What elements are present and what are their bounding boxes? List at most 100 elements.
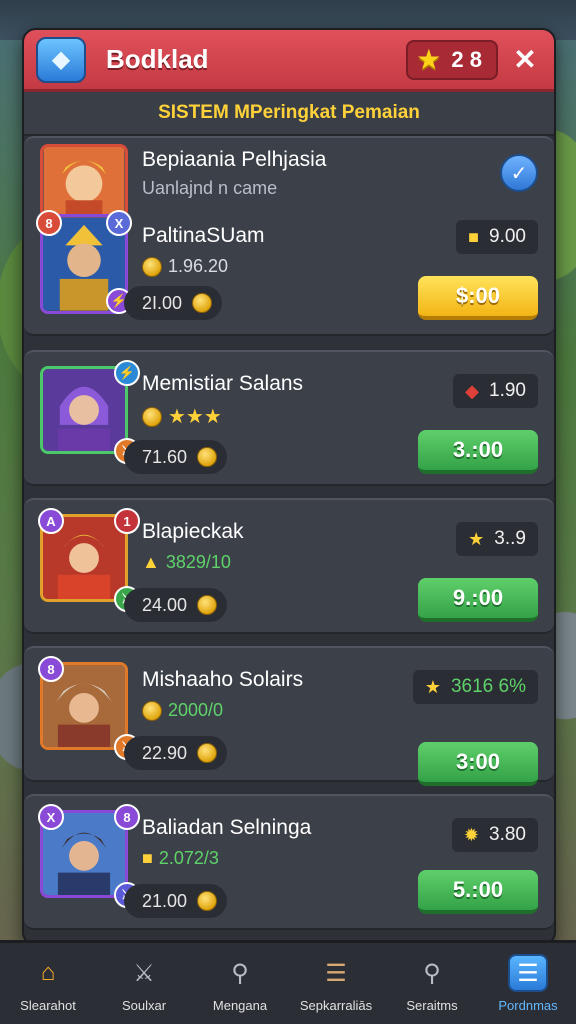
hero-stat: 1.96.20 [142, 256, 228, 277]
reward-value: 1.90 [489, 380, 526, 401]
nav-label: Seraitms [406, 998, 458, 1013]
hero-name: Mishaaho Solairs [142, 668, 304, 691]
gold-cube-icon: ■ [468, 226, 480, 247]
nav-label: Sepkarraliās [299, 998, 373, 1013]
close-button[interactable]: ✕ [508, 43, 542, 77]
reward-value: 3616 6% [450, 676, 526, 697]
search-icon: ⚲ [423, 959, 441, 987]
star-count: 2 8 [451, 46, 482, 72]
nav-item-home[interactable]: ⌂ Slearahot [0, 943, 96, 1024]
buy-button[interactable]: 3:00 [418, 742, 538, 786]
medal-icon [142, 700, 162, 721]
reward-value: 3.80 [489, 824, 526, 845]
fist-icon: ▲ [142, 552, 160, 572]
gem-icon: ◆ [465, 380, 480, 401]
element-badge: X [106, 210, 132, 236]
close-icon: ✕ [513, 44, 537, 75]
nav-item-search[interactable]: ⚲ Mengana [192, 943, 288, 1024]
coin-icon [197, 447, 218, 467]
nav-label: Slearahot [20, 998, 76, 1013]
price-box: 24.00 [124, 588, 228, 622]
price-box: 22.90 [124, 736, 228, 770]
hero-name: Baliadan Selninga [142, 816, 312, 839]
price-value: 22.90 [142, 742, 188, 763]
hero-rating: ★★★ [142, 404, 222, 429]
buy-button[interactable]: 3.:00 [418, 430, 538, 474]
burst-icon: ✹ [463, 824, 480, 845]
panel-header: ◆ Bodklad ★ 2 8 ✕ [24, 30, 554, 92]
nav-label: Pordnmas [498, 998, 558, 1013]
star-icon: ★ [416, 44, 442, 75]
list-item[interactable]: ⚡ ⚔ Memistiar Salans ★★★ 71.60 ◆ 1.90 3.… [24, 350, 554, 486]
class-badge: X [38, 804, 64, 830]
hero-stat: ■ 2.072/3 [142, 848, 219, 869]
list-icon: ☰ [508, 954, 548, 992]
coin-icon [197, 891, 218, 911]
list-item[interactable]: 8 X ⚡ Bepiaania Pelhjasia Uanlajnd n cam… [24, 136, 554, 336]
element-badge: ⚡ [114, 360, 140, 386]
list-item[interactable]: A 1 ⚔ Blapieckak ▲ 3829/10 24.00 ★ 3..9 … [24, 498, 554, 634]
hero-name: Blapieckak [142, 520, 244, 543]
price-value: 24.00 [142, 594, 188, 615]
buy-button[interactable]: 9.:00 [418, 578, 538, 622]
class-badge: 8 [36, 210, 62, 236]
element-badge: 8 [114, 804, 140, 830]
sword-icon: ⚔ [133, 959, 155, 987]
hero-stat-value: 1.96.20 [168, 256, 229, 276]
class-badge: 8 [38, 656, 64, 682]
nav-label: Soulxar [121, 998, 167, 1013]
star-counter: ★ 2 8 [406, 39, 498, 80]
coin-icon [192, 293, 213, 313]
star-icon: ★ [424, 676, 441, 697]
hero-stat-value: 2000/0 [168, 700, 224, 720]
reward-tag: ★ 3..9 [456, 522, 538, 556]
nav-item-explore[interactable]: ⚲ Seraitms [384, 943, 480, 1024]
medal-icon [142, 406, 162, 427]
reward-value: 9.00 [489, 226, 526, 247]
list-item[interactable]: X 8 ⚔ Baliadan Selninga ■ 2.072/3 21.00 … [24, 794, 554, 930]
scroll-icon: ☰ [325, 959, 347, 987]
price-box: 71.60 [124, 440, 228, 474]
price-box: 2I.00 [124, 286, 223, 320]
medal-icon [142, 256, 162, 277]
reward-tag: ◆ 1.90 [453, 374, 538, 408]
ranking-list[interactable]: 8 X ⚡ Bepiaania Pelhjasia Uanlajnd n cam… [24, 136, 554, 944]
buy-button[interactable]: $:00 [418, 276, 538, 320]
card-title: Bepiaania Pelhjasia [142, 148, 327, 171]
house-icon: ⌂ [40, 959, 56, 986]
hero-stat: ▲ 3829/10 [142, 552, 231, 573]
reward-tag: ★ 3616 6% [412, 670, 538, 704]
check-icon[interactable]: ✓ [500, 154, 538, 192]
ranking-panel: ◆ Bodklad ★ 2 8 ✕ SISTEM MPeringkat Pema… [22, 28, 556, 946]
element-badge: 1 [114, 508, 140, 534]
hero-stat: 2000/0 [142, 700, 223, 721]
star-icon: ★ [468, 528, 485, 549]
nav-item-ranking[interactable]: ☰ Pordnmas [480, 943, 576, 1024]
ranking-subtitle: SISTEM MPeringkat Pemaian [24, 92, 554, 136]
reward-value: 3..9 [494, 528, 526, 549]
nav-item-heroes[interactable]: ⚔ Soulxar [96, 943, 192, 1024]
price-value: 21.00 [142, 890, 188, 911]
price-value: 2I.00 [142, 292, 183, 313]
class-badge: A [38, 508, 64, 534]
hero-stat-value: 3829/10 [165, 552, 231, 572]
price-value: 71.60 [142, 446, 188, 467]
reward-tag: ■ 9.00 [456, 220, 538, 254]
list-item[interactable]: 8 ⚔ Mishaaho Solairs 2000/0 22.90 ★ 3616… [24, 646, 554, 786]
hero-name: Memistiar Salans [142, 372, 304, 395]
shield-icon: ■ [142, 848, 153, 868]
hero-portrait [40, 144, 128, 218]
coin-icon [197, 743, 218, 763]
panel-title: Bodklad [106, 44, 209, 74]
nav-item-quests[interactable]: ☰ Sepkarraliās [288, 943, 384, 1024]
hero-stat-value: 2.072/3 [158, 848, 219, 868]
hero-name: PaltinaSUam [142, 224, 265, 247]
star-rating: ★★★ [168, 406, 222, 428]
price-box: 21.00 [124, 884, 228, 918]
bottom-nav: ⌂ Slearahot ⚔ Soulxar ⚲ Mengana ☰ Sepkar… [0, 940, 576, 1024]
card-subtitle: Uanlajnd n came [142, 178, 278, 198]
mask-icon: ◆ [36, 36, 86, 83]
nav-label: Mengana [212, 998, 268, 1013]
coin-icon [197, 595, 218, 615]
buy-button[interactable]: 5.:00 [418, 870, 538, 914]
